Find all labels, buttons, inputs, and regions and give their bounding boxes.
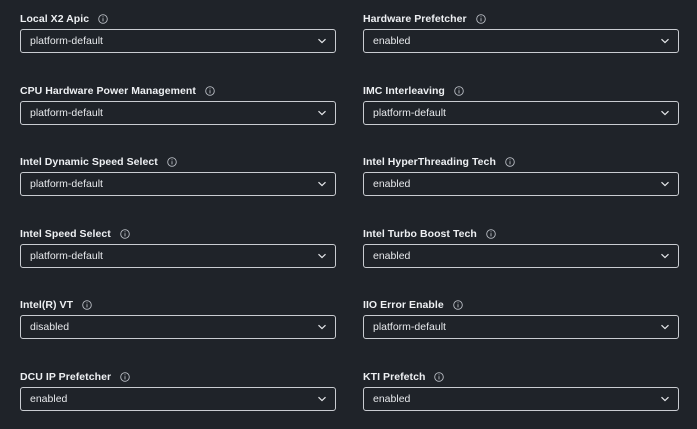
info-icon[interactable] (120, 372, 130, 382)
field-intel-turbo-boost-tech: Intel Turbo Boost Tech enabled (363, 225, 679, 268)
info-icon[interactable] (82, 300, 92, 310)
chevron-down-icon (317, 395, 327, 403)
field-label: CPU Hardware Power Management (20, 85, 196, 97)
intel-turbo-boost-tech-select[interactable]: enabled (363, 244, 679, 268)
chevron-down-icon (660, 252, 670, 260)
chevron-down-icon (317, 37, 327, 45)
field-label-row: Intel Speed Select (20, 225, 336, 243)
kti-prefetch-select[interactable]: enabled (363, 387, 679, 411)
field-label: Intel Turbo Boost Tech (363, 228, 477, 240)
field-label: IIO Error Enable (363, 299, 444, 311)
chevron-down-icon (317, 180, 327, 188)
field-label-row: Intel Turbo Boost Tech (363, 225, 679, 243)
field-label: DCU IP Prefetcher (20, 371, 112, 383)
field-label-row: CPU Hardware Power Management (20, 82, 336, 100)
info-icon[interactable] (167, 157, 177, 167)
select-value: platform-default (30, 107, 103, 119)
field-intel-dynamic-speed-select: Intel Dynamic Speed Select platform-defa… (20, 153, 336, 196)
field-label: Intel Dynamic Speed Select (20, 156, 158, 168)
info-icon[interactable] (475, 14, 486, 24)
local-x2-apic-select[interactable]: platform-default (20, 29, 336, 53)
select-value: enabled (30, 393, 68, 405)
select-value: enabled (373, 250, 411, 262)
hardware-prefetcher-select[interactable]: enabled (363, 29, 679, 53)
field-label: KTI Prefetch (363, 371, 426, 383)
intel-speed-select-select[interactable]: platform-default (20, 244, 336, 268)
select-value: platform-default (30, 178, 103, 190)
select-value: platform-default (373, 107, 446, 119)
info-icon[interactable] (98, 14, 108, 24)
chevron-down-icon (317, 109, 327, 117)
field-label: Local X2 Apic (20, 13, 90, 25)
info-icon[interactable] (486, 229, 496, 239)
field-label: Hardware Prefetcher (363, 13, 467, 25)
info-icon[interactable] (434, 372, 445, 382)
imc-interleaving-select[interactable]: platform-default (363, 101, 679, 125)
info-icon[interactable] (120, 229, 130, 239)
field-label-row: KTI Prefetch (363, 368, 679, 386)
chevron-down-icon (660, 180, 670, 188)
info-icon[interactable] (452, 300, 463, 310)
field-label: Intel HyperThreading Tech (363, 156, 496, 168)
field-label-row: IMC Interleaving (363, 82, 679, 100)
chevron-down-icon (660, 37, 670, 45)
field-label-row: IIO Error Enable (363, 296, 679, 314)
field-hardware-prefetcher: Hardware Prefetcher enabled (363, 10, 679, 53)
info-icon[interactable] (505, 157, 515, 167)
select-value: enabled (373, 178, 411, 190)
dcu-ip-prefetcher-select[interactable]: enabled (20, 387, 336, 411)
field-label: Intel Speed Select (20, 228, 111, 240)
chevron-down-icon (660, 323, 670, 331)
field-intel-hyperthreading-tech: Intel HyperThreading Tech enabled (363, 153, 679, 196)
field-label-row: Intel Dynamic Speed Select (20, 153, 336, 171)
field-intel-speed-select: Intel Speed Select platform-default (20, 225, 336, 268)
select-value: enabled (373, 35, 411, 47)
field-label-row: DCU IP Prefetcher (20, 368, 336, 386)
field-intel-r-vt: Intel(R) VT disabled (20, 296, 336, 339)
field-label: IMC Interleaving (363, 85, 445, 97)
intel-hyperthreading-tech-select[interactable]: enabled (363, 172, 679, 196)
select-value: platform-default (373, 321, 446, 333)
chevron-down-icon (317, 323, 327, 331)
field-label-row: Hardware Prefetcher (363, 10, 679, 28)
field-imc-interleaving: IMC Interleaving platform-default (363, 82, 679, 125)
field-label-row: Local X2 Apic (20, 10, 336, 28)
field-local-x2-apic: Local X2 Apic platform-default (20, 10, 336, 53)
field-label: Intel(R) VT (20, 299, 74, 311)
field-cpu-hardware-power-management: CPU Hardware Power Management platform-d… (20, 82, 336, 125)
field-label-row: Intel HyperThreading Tech (363, 153, 679, 171)
field-label-row: Intel(R) VT (20, 296, 336, 314)
iio-error-enable-select[interactable]: platform-default (363, 315, 679, 339)
intel-dynamic-speed-select-select[interactable]: platform-default (20, 172, 336, 196)
field-dcu-ip-prefetcher: DCU IP Prefetcher enabled (20, 368, 336, 411)
chevron-down-icon (660, 109, 670, 117)
info-icon[interactable] (454, 86, 464, 96)
chevron-down-icon (660, 395, 670, 403)
intel-r-vt-select[interactable]: disabled (20, 315, 336, 339)
select-value: platform-default (30, 250, 103, 262)
field-kti-prefetch: KTI Prefetch enabled (363, 368, 679, 411)
select-value: platform-default (30, 35, 103, 47)
chevron-down-icon (317, 252, 327, 260)
info-icon[interactable] (205, 86, 215, 96)
cpu-hardware-power-management-select[interactable]: platform-default (20, 101, 336, 125)
select-value: enabled (373, 393, 411, 405)
select-value: disabled (30, 321, 70, 333)
field-iio-error-enable: IIO Error Enable platform-default (363, 296, 679, 339)
